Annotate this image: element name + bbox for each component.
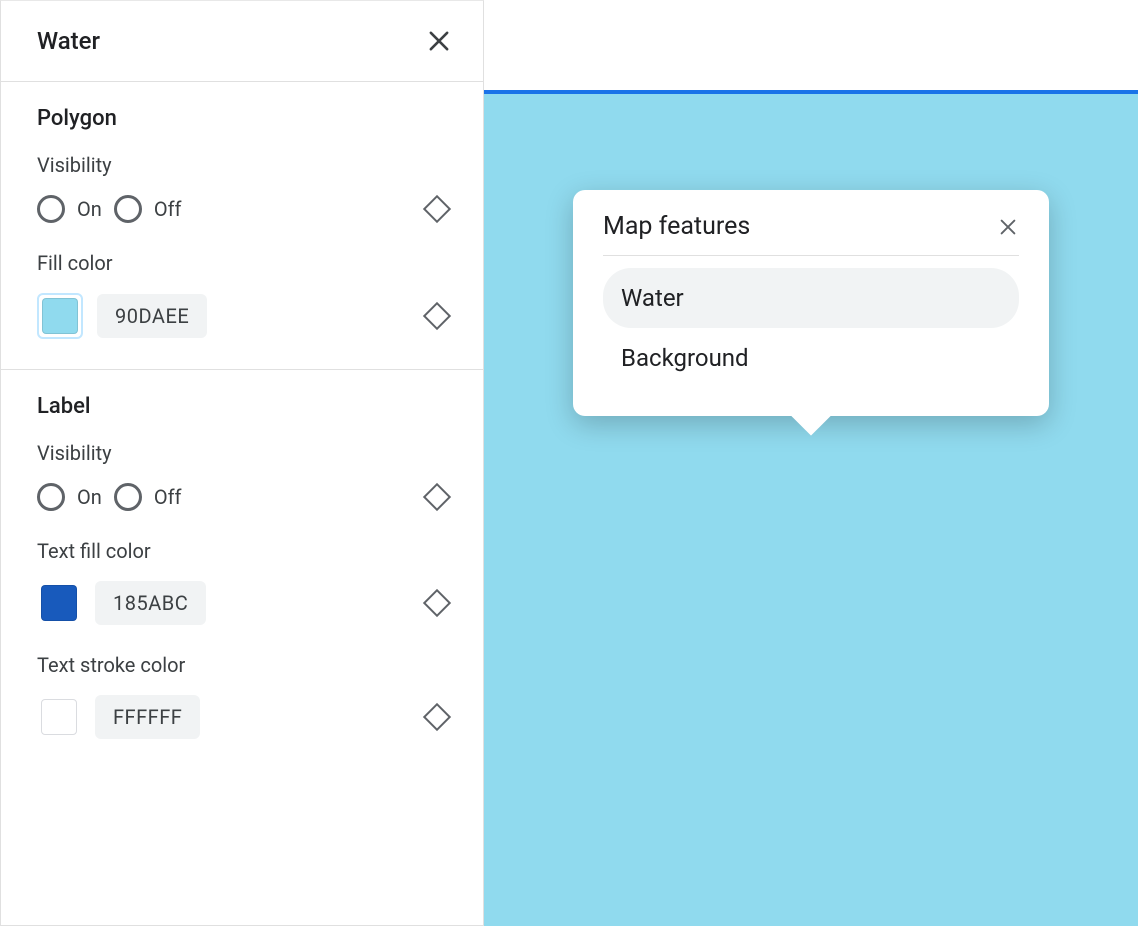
style-sidebar: Water Polygon Visibility On Off Fill col… xyxy=(0,0,484,926)
diamond-icon[interactable] xyxy=(423,195,451,223)
label-text-fill-row: 185ABC xyxy=(37,581,447,625)
preview-map-area[interactable]: Map features Water Background xyxy=(484,90,1138,926)
label-text-fill-label: Text fill color xyxy=(37,539,447,563)
section-polygon-title: Polygon xyxy=(37,106,447,131)
map-preview: Map features Water Background xyxy=(484,0,1138,926)
radio-icon xyxy=(37,483,65,511)
polygon-visibility-row: On Off xyxy=(37,195,447,223)
label-text-stroke-swatch-wrap[interactable] xyxy=(37,695,81,739)
popover-item-background[interactable]: Background xyxy=(603,328,1019,388)
popover-title: Map features xyxy=(603,212,750,241)
section-label: Label Visibility On Off Text fill color xyxy=(1,370,483,769)
label-visibility-radios: On Off xyxy=(37,483,181,511)
polygon-fill-color-swatch-wrap[interactable] xyxy=(37,293,83,339)
radio-icon xyxy=(114,483,142,511)
sidebar-title: Water xyxy=(37,27,100,55)
label-text-stroke-picker: FFFFFF xyxy=(37,695,200,739)
diamond-icon[interactable] xyxy=(423,703,451,731)
radio-off-label: Off xyxy=(154,485,182,509)
label-text-fill-swatch-wrap[interactable] xyxy=(37,581,81,625)
polygon-fill-color-picker: 90DAEE xyxy=(37,293,207,339)
label-text-fill-input[interactable]: 185ABC xyxy=(95,581,206,625)
polygon-fill-color-input[interactable]: 90DAEE xyxy=(97,294,207,338)
label-visibility-off[interactable]: Off xyxy=(114,483,182,511)
radio-on-label: On xyxy=(77,485,102,509)
color-swatch xyxy=(42,298,78,334)
polygon-visibility-radios: On Off xyxy=(37,195,181,223)
map-features-popover: Map features Water Background xyxy=(573,190,1049,416)
color-swatch xyxy=(41,585,77,621)
close-icon[interactable] xyxy=(997,216,1019,238)
sidebar-header: Water xyxy=(1,1,483,82)
label-visibility-on[interactable]: On xyxy=(37,483,102,511)
polygon-visibility-off[interactable]: Off xyxy=(114,195,182,223)
diamond-icon[interactable] xyxy=(423,483,451,511)
label-visibility-row: On Off xyxy=(37,483,447,511)
polygon-fill-color-row: 90DAEE xyxy=(37,293,447,339)
polygon-visibility-label: Visibility xyxy=(37,153,447,177)
diamond-icon[interactable] xyxy=(423,302,451,330)
radio-icon xyxy=(114,195,142,223)
color-swatch xyxy=(41,699,77,735)
diamond-icon[interactable] xyxy=(423,589,451,617)
section-polygon: Polygon Visibility On Off Fill color xyxy=(1,82,483,370)
label-visibility-label: Visibility xyxy=(37,441,447,465)
label-text-stroke-row: FFFFFF xyxy=(37,695,447,739)
radio-icon xyxy=(37,195,65,223)
radio-off-label: Off xyxy=(154,197,182,221)
label-text-fill-picker: 185ABC xyxy=(37,581,206,625)
popover-item-water[interactable]: Water xyxy=(603,268,1019,328)
polygon-visibility-on[interactable]: On xyxy=(37,195,102,223)
label-text-stroke-label: Text stroke color xyxy=(37,653,447,677)
polygon-fill-color-label: Fill color xyxy=(37,251,447,275)
section-label-title: Label xyxy=(37,394,447,419)
radio-on-label: On xyxy=(77,197,102,221)
label-text-stroke-input[interactable]: FFFFFF xyxy=(95,695,200,739)
close-icon[interactable] xyxy=(425,27,453,55)
popover-header: Map features xyxy=(603,212,1019,256)
preview-top-bar xyxy=(484,0,1138,90)
